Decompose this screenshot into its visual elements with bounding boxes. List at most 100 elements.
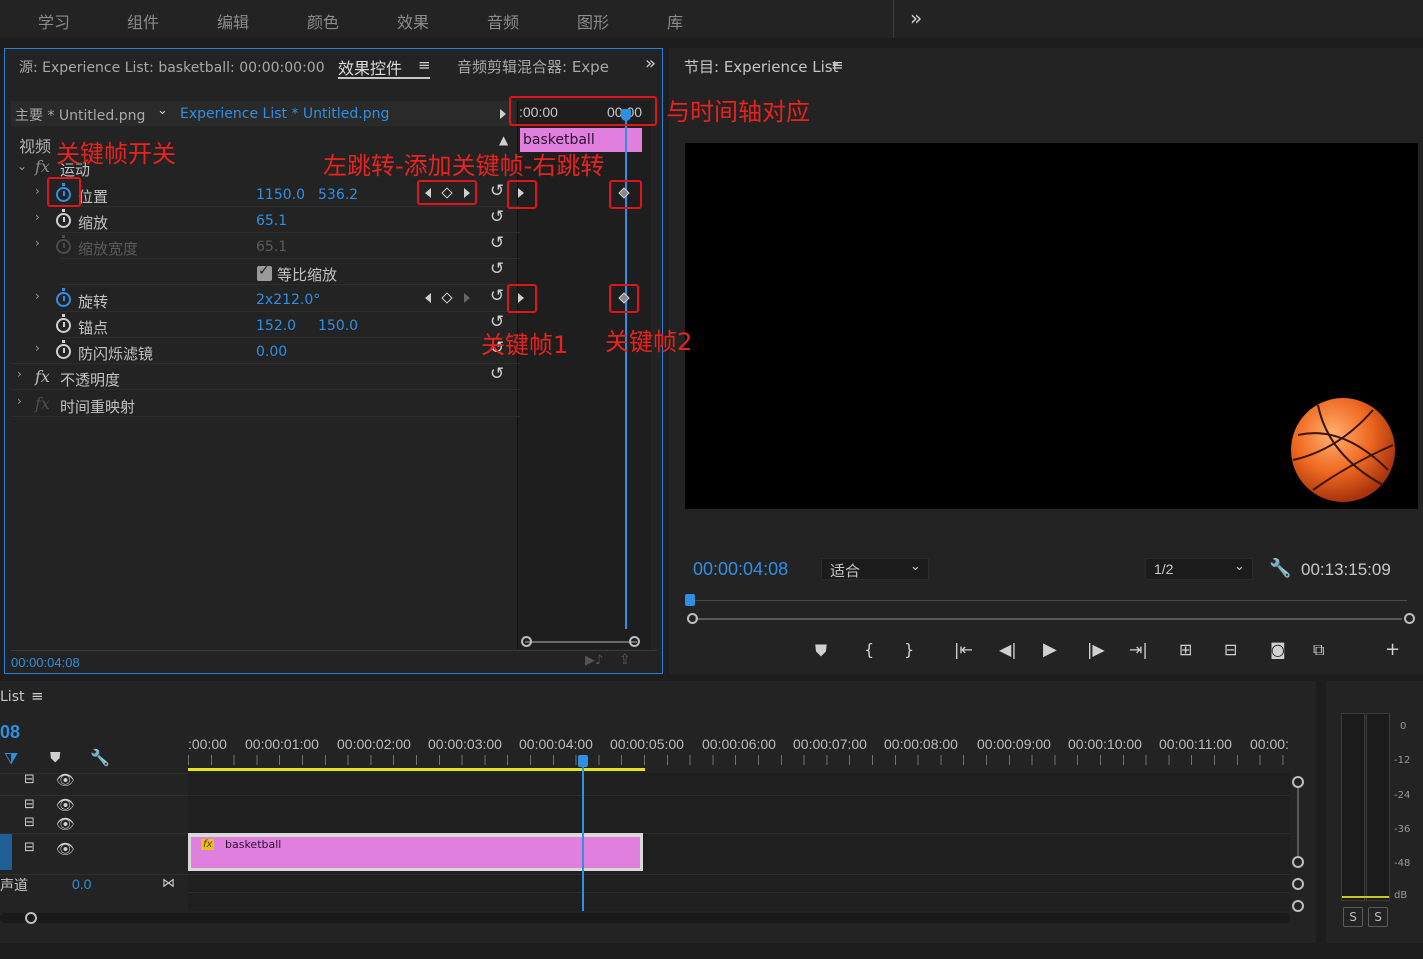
- zoom-handle-left[interactable]: [687, 613, 698, 624]
- panel-overflow-icon[interactable]: »: [645, 53, 656, 74]
- program-title[interactable]: 节目: Experience List: [684, 56, 838, 77]
- timeline-timecode[interactable]: 08: [0, 722, 20, 743]
- eye-icon[interactable]: 👁: [56, 771, 75, 789]
- chevron-right-icon[interactable]: ›: [35, 236, 40, 250]
- go-to-out-icon[interactable]: ⇥|: [1129, 640, 1148, 659]
- workspace-tab-libraries[interactable]: 库: [667, 9, 683, 33]
- video-viewer[interactable]: [685, 143, 1418, 509]
- h-scroll-handle[interactable]: [25, 912, 37, 924]
- workspace-tab-assembly[interactable]: 组件: [127, 9, 159, 33]
- workspace-tab-graphics[interactable]: 图形: [577, 9, 609, 33]
- snap-icon[interactable]: ⧩: [4, 749, 18, 769]
- audio-pan-icon[interactable]: ⋈: [162, 876, 175, 891]
- resolution-dropdown[interactable]: 1/2 ⌄: [1145, 558, 1253, 580]
- panel-menu-icon[interactable]: ≡: [31, 687, 44, 705]
- track-target-v1[interactable]: [0, 834, 12, 870]
- chevron-right-icon[interactable]: ›: [17, 367, 22, 381]
- play-only-clip-audio-icon[interactable]: [500, 109, 506, 119]
- chevron-down-icon[interactable]: ⌄: [157, 103, 168, 118]
- v-scroll-handle-audio2[interactable]: [1292, 900, 1304, 912]
- uniform-scale-checkbox[interactable]: ✓: [257, 263, 272, 281]
- add-button-icon[interactable]: +: [1385, 639, 1400, 660]
- chevron-right-icon[interactable]: ›: [35, 184, 40, 198]
- track-output-icon[interactable]: ⊟: [24, 772, 35, 787]
- prev-keyframe-icon[interactable]: [425, 293, 431, 303]
- chevron-right-icon[interactable]: ›: [35, 341, 40, 355]
- h-scrollbar[interactable]: [0, 913, 1290, 923]
- step-back-icon[interactable]: ◀|: [999, 640, 1017, 659]
- lift-icon[interactable]: ⊞: [1179, 640, 1192, 659]
- marker-icon[interactable]: ⛊: [50, 750, 61, 766]
- reset-icon[interactable]: ↺: [490, 259, 504, 279]
- timeline-clip[interactable]: fx basketball: [188, 833, 643, 871]
- chevron-right-icon[interactable]: ›: [35, 210, 40, 224]
- zoom-scrollbar[interactable]: [525, 641, 637, 643]
- mark-out-icon[interactable]: }: [904, 640, 914, 659]
- stopwatch-icon[interactable]: [56, 209, 71, 228]
- more-workspaces-icon[interactable]: »: [910, 6, 922, 30]
- prop-position-x[interactable]: 1150.0: [256, 187, 305, 203]
- tab-audio-clip-mixer[interactable]: 音频剪辑混合器: Expe: [457, 56, 609, 77]
- stopwatch-icon[interactable]: [56, 288, 71, 307]
- add-keyframe-icon[interactable]: [441, 292, 453, 304]
- prop-anchor-x[interactable]: 152.0: [256, 318, 296, 334]
- current-time[interactable]: 00:00:04:08: [11, 655, 80, 670]
- panel-menu-icon[interactable]: ≡: [418, 56, 431, 74]
- zoom-handle-right[interactable]: [1404, 613, 1415, 624]
- eye-icon[interactable]: 👁: [56, 815, 75, 833]
- workspace-tab-learn[interactable]: 学习: [38, 9, 70, 33]
- fit-dropdown[interactable]: 适合 ⌄: [821, 558, 929, 580]
- go-to-in-icon[interactable]: |⇤: [954, 640, 973, 659]
- compare-view-icon[interactable]: ⧉: [1313, 640, 1324, 660]
- eye-icon[interactable]: 👁: [56, 796, 75, 814]
- chevron-right-icon[interactable]: ›: [35, 289, 40, 303]
- stopwatch-icon[interactable]: [56, 314, 71, 333]
- track-output-icon[interactable]: ⊟: [24, 815, 35, 830]
- chevron-right-icon[interactable]: ›: [17, 394, 22, 408]
- playhead-handle[interactable]: [578, 755, 588, 767]
- audio-loop-icon[interactable]: ▶♪: [585, 653, 603, 668]
- extract-icon[interactable]: ⊟: [1224, 640, 1237, 659]
- v-scrollbar[interactable]: [1297, 788, 1299, 856]
- prop-anchor-y[interactable]: 150.0: [318, 318, 358, 334]
- work-area-bar[interactable]: [188, 768, 645, 771]
- play-icon[interactable]: ▶: [1043, 639, 1057, 660]
- step-forward-icon[interactable]: |▶: [1087, 640, 1105, 659]
- v-scroll-handle-top[interactable]: [1292, 776, 1304, 788]
- zoom-handle-left[interactable]: [521, 636, 532, 647]
- track-output-icon[interactable]: ⊟: [24, 797, 35, 812]
- prop-scale-value[interactable]: 65.1: [256, 213, 287, 229]
- program-timecode[interactable]: 00:00:04:08: [693, 559, 788, 580]
- reset-icon[interactable]: ↺: [490, 181, 504, 201]
- next-keyframe-icon[interactable]: [464, 293, 470, 303]
- playhead-handle[interactable]: [685, 594, 695, 606]
- v-scroll-handle-audio[interactable]: [1292, 878, 1304, 890]
- wrench-icon[interactable]: 🔧: [90, 748, 110, 767]
- fx-icon[interactable]: fx: [35, 157, 50, 176]
- workspace-tab-effects[interactable]: 效果: [397, 9, 429, 33]
- time-ruler[interactable]: [685, 600, 1407, 601]
- stopwatch-icon[interactable]: [56, 340, 71, 359]
- camera-icon[interactable]: ◙: [1270, 640, 1286, 659]
- master-clip-tab[interactable]: 主要 * Untitled.png: [15, 105, 145, 125]
- audio-volume-value[interactable]: 0.0: [72, 876, 91, 892]
- eye-icon[interactable]: 👁: [56, 840, 75, 858]
- reset-icon[interactable]: ↺: [490, 286, 504, 306]
- reset-icon[interactable]: ↺: [490, 364, 504, 384]
- mark-in-icon[interactable]: {: [864, 640, 874, 659]
- zoom-scrollbar[interactable]: [695, 618, 1402, 620]
- tab-effect-controls[interactable]: 效果控件: [338, 55, 402, 79]
- sequence-clip-tab[interactable]: Experience List * Untitled.png: [180, 106, 389, 122]
- chevron-down-icon[interactable]: ⌄: [17, 159, 27, 173]
- time-ruler[interactable]: :00:00 00:00:01:00 00:00:02:00 00:00:03:…: [188, 733, 1290, 773]
- fx-icon[interactable]: fx: [35, 367, 50, 386]
- v-scroll-handle-bottom[interactable]: [1292, 856, 1304, 868]
- prop-position-y[interactable]: 536.2: [318, 187, 358, 203]
- reset-icon[interactable]: ↺: [490, 207, 504, 227]
- track-output-icon[interactable]: ⊟: [24, 840, 35, 855]
- zoom-handle-right[interactable]: [629, 636, 640, 647]
- add-marker-icon[interactable]: ⛊: [815, 641, 827, 661]
- panel-menu-icon[interactable]: ≡: [831, 56, 844, 74]
- prop-antiflicker-value[interactable]: 0.00: [256, 344, 287, 360]
- workspace-tab-editing[interactable]: 编辑: [217, 9, 249, 33]
